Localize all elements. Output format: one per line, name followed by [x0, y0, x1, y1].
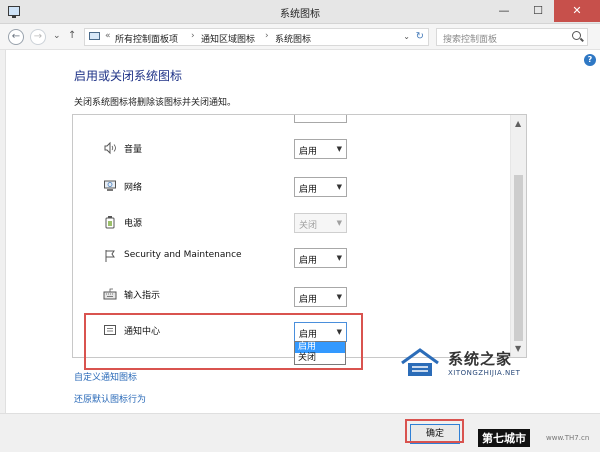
address-dropdown-icon[interactable]: ⌄	[403, 32, 410, 41]
maximize-button[interactable]: ☐	[522, 0, 554, 22]
list-item-security-and-maintenance: Security and Maintenance 启用 ▼	[73, 245, 510, 269]
dropdown-value: 启用	[299, 147, 318, 157]
computer-icon	[89, 32, 100, 40]
dropdown-value: 启用	[299, 295, 318, 305]
list-item-label: 网络	[124, 183, 143, 193]
search-icon[interactable]	[572, 31, 581, 40]
restore-default-icon-behaviors-link[interactable]: 还原默认图标行为	[74, 392, 146, 405]
customize-notification-icons-link[interactable]: 自定义通知图标	[74, 370, 137, 383]
help-icon[interactable]: ?	[584, 54, 596, 66]
list-item-power: 电源 关闭 ▼	[73, 211, 510, 235]
breadcrumb-separator-icon[interactable]: ›	[191, 31, 195, 41]
watermark-subtext: XITONGZHIJIA.NET	[448, 369, 521, 377]
vertical-scrollbar[interactable]: ▲ ▼	[510, 115, 526, 357]
list-item-network: 网络 启用 ▼	[73, 175, 510, 199]
breadcrumb-system-icons[interactable]: 系统图标	[275, 32, 311, 45]
partially-hidden-dropdown[interactable]	[294, 115, 347, 123]
title-bar: 系统图标 — ☐ ✕	[0, 0, 600, 24]
behavior-dropdown[interactable]: 启用 ▼	[294, 177, 347, 197]
watermark-site: www.TH7.cn	[546, 434, 590, 442]
chevron-down-icon: ▼	[336, 145, 342, 153]
back-button[interactable]: ←	[8, 29, 24, 45]
behavior-dropdown[interactable]: 启用 ▼	[294, 139, 347, 159]
scrollbar-thumb[interactable]	[514, 175, 523, 341]
scroll-up-icon[interactable]: ▲	[515, 119, 521, 128]
breadcrumb-notification-area-icons[interactable]: 通知区域图标	[201, 32, 255, 45]
network-icon	[104, 180, 116, 191]
breadcrumb-separator-icon[interactable]: ›	[265, 31, 269, 41]
watermark-corner: 第七城市 www.TH7.cn	[470, 427, 598, 449]
up-button[interactable]: ↑	[68, 30, 76, 41]
address-bar[interactable]: « 所有控制面板项 › 通知区域图标 › 系统图标 ⌄ ↻	[84, 28, 429, 46]
list-item-label: 电源	[124, 219, 143, 229]
behavior-dropdown: 关闭 ▼	[294, 213, 347, 233]
dropdown-value: 关闭	[299, 221, 318, 231]
chevron-down-icon: ▼	[336, 219, 342, 227]
behavior-dropdown[interactable]: 启用 ▼	[294, 287, 347, 307]
left-edge	[0, 50, 6, 452]
list-item-volume: 音量 启用 ▼	[73, 137, 510, 161]
page-title: 启用或关闭系统图标	[74, 69, 183, 83]
search-input[interactable]: 搜索控制面板	[436, 28, 588, 46]
breadcrumb-all-control-panel-items[interactable]: 所有控制面板项	[115, 32, 178, 45]
address-overflow-icon[interactable]: «	[105, 31, 111, 41]
list-item-label: 输入指示	[124, 291, 161, 301]
chevron-down-icon: ▼	[336, 183, 342, 191]
chevron-down-icon: ▼	[336, 293, 342, 301]
refresh-icon[interactable]: ↻	[416, 31, 424, 42]
forward-button[interactable]: →	[30, 29, 46, 45]
chevron-down-icon: ▼	[336, 254, 342, 262]
list-item-label: 音量	[124, 145, 143, 155]
dropdown-value: 启用	[299, 256, 318, 266]
list-item-input-indicator: 输入指示 启用 ▼	[73, 283, 510, 307]
watermark-badge: 第七城市	[478, 429, 530, 447]
highlight-box	[405, 419, 464, 443]
watermark-text: 系统之家	[448, 350, 513, 368]
watermark: 系统之家 XITONGZHIJIA.NET	[398, 345, 558, 387]
search-placeholder: 搜索控制面板	[443, 35, 498, 45]
flag-icon	[105, 250, 115, 262]
house-logo-icon	[401, 348, 439, 376]
recent-locations-button[interactable]: ⌄	[53, 31, 61, 41]
minimize-button[interactable]: —	[488, 0, 520, 22]
keyboard-icon	[103, 288, 117, 300]
behavior-dropdown[interactable]: 启用 ▼	[294, 248, 347, 268]
dropdown-value: 启用	[299, 185, 318, 195]
navigation-bar: ← → ⌄ ↑ « 所有控制面板项 › 通知区域图标 › 系统图标 ⌄ ↻ 搜索…	[0, 24, 600, 50]
highlight-box	[84, 313, 363, 370]
power-icon	[105, 216, 115, 229]
list-item-label: Security and Maintenance	[124, 250, 242, 260]
close-button[interactable]: ✕	[554, 0, 600, 22]
speaker-icon	[104, 141, 116, 155]
page-description: 关闭系统图标将删除该图标并关闭通知。	[74, 98, 237, 108]
